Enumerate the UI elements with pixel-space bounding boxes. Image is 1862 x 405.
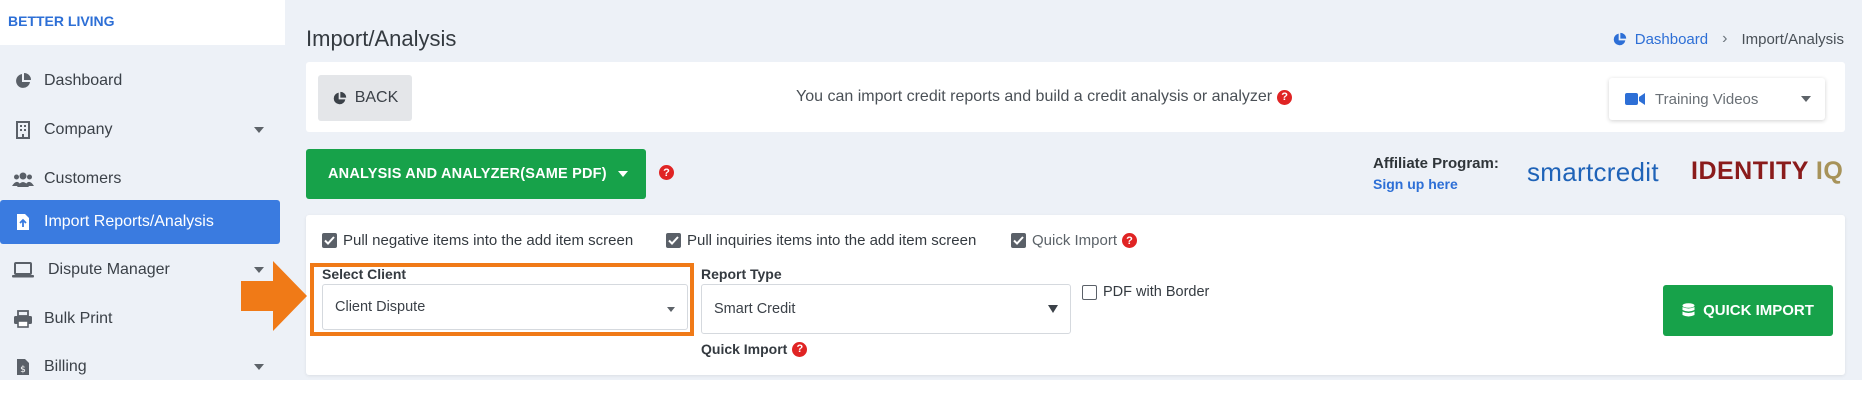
chevron-down-icon [1048, 305, 1058, 313]
breadcrumb-separator: › [1722, 30, 1728, 47]
pie-chart-icon [12, 70, 34, 92]
quick-import-field-label: Quick Import ? [701, 341, 808, 357]
pointer-arrow-icon [241, 261, 307, 331]
pie-chart-icon [1613, 32, 1626, 45]
pie-chart-icon [333, 91, 346, 104]
help-icon[interactable]: ? [792, 341, 808, 357]
pull-inquiries-items-checkbox[interactable]: Pull inquiries items into the add item s… [666, 232, 976, 249]
sidebar-item-company[interactable]: Company [0, 108, 280, 152]
checkbox-checked-icon [1011, 233, 1026, 248]
select-client-dropdown[interactable]: Client Dispute [322, 284, 688, 330]
select-client-value: Client Dispute [335, 299, 426, 315]
report-type-label: Report Type [701, 266, 782, 282]
pdf-with-border-label: PDF with Border [1103, 284, 1210, 300]
checkbox-checked-icon [322, 233, 337, 248]
breadcrumb: Dashboard › Import/Analysis [1612, 30, 1844, 48]
select-client-label: Select Client [322, 266, 407, 282]
quick-import-label-text: Quick Import [701, 341, 788, 357]
report-type-dropdown[interactable]: Smart Credit [701, 284, 1071, 334]
sidebar-item-label: Import Reports/Analysis [44, 213, 214, 230]
sidebar-item-label: Dispute Manager [48, 261, 170, 278]
checkbox-checked-icon [666, 233, 681, 248]
import-info-message: You can import credit reports and build … [796, 88, 1293, 106]
quick-import-button[interactable]: QUICK IMPORT [1663, 285, 1833, 336]
sidebar-item-customers[interactable]: Customers [0, 157, 280, 201]
users-icon [12, 168, 34, 190]
chevron-down-icon [254, 364, 264, 370]
chevron-down-icon [1801, 96, 1811, 102]
sidebar-item-label: Customers [44, 170, 122, 187]
identityiq-logo-part2: IQ [1808, 157, 1844, 185]
analysis-analyzer-button[interactable]: ANALYSIS AND ANALYZER(SAME PDF) [306, 149, 646, 199]
video-camera-icon [1625, 93, 1645, 105]
help-icon[interactable]: ? [1122, 233, 1138, 248]
quick-import-checkbox-label: Quick Import [1032, 232, 1118, 249]
chevron-down-icon [618, 171, 628, 177]
database-icon [1682, 303, 1695, 317]
topbar-card: BACK You can import credit reports and b… [306, 62, 1845, 132]
chevron-down-icon [254, 127, 264, 133]
sidebar-item-billing[interactable]: $ Billing [0, 345, 280, 389]
pull-negative-items-label: Pull negative items into the add item sc… [343, 232, 634, 249]
help-icon[interactable]: ? [1277, 89, 1293, 105]
svg-text:$: $ [20, 365, 26, 375]
identityiq-logo-part1: IDENTITY [1691, 157, 1809, 185]
sidebar-item-import-reports[interactable]: Import Reports/Analysis [0, 200, 280, 244]
affiliate-signup-link[interactable]: Sign up here [1373, 176, 1499, 192]
back-button[interactable]: BACK [318, 75, 412, 121]
brand-logo[interactable]: BETTER LIVING [0, 0, 285, 45]
identityiq-logo[interactable]: IDENTITY IQ [1691, 157, 1843, 186]
report-type-value: Smart Credit [714, 301, 796, 317]
import-info-text: You can import credit reports and build … [796, 88, 1273, 105]
building-icon [12, 119, 34, 141]
checkbox-unchecked-icon [1082, 284, 1097, 300]
help-icon[interactable]: ? [659, 165, 674, 180]
sidebar-item-dashboard[interactable]: Dashboard [0, 59, 280, 103]
smartcredit-logo[interactable]: smartcredit [1527, 157, 1659, 188]
printer-icon [12, 308, 34, 330]
training-videos-dropdown[interactable]: Training Videos [1609, 78, 1825, 120]
chevron-down-icon [667, 307, 675, 312]
pull-negative-items-checkbox[interactable]: Pull negative items into the add item sc… [322, 232, 633, 249]
sidebar-item-dispute-manager[interactable]: Dispute Manager [0, 248, 280, 292]
affiliate-label: Affiliate Program: [1373, 155, 1499, 172]
quick-import-button-label: QUICK IMPORT [1703, 302, 1814, 319]
file-import-icon [12, 211, 34, 233]
affiliate-program: Affiliate Program: Sign up here [1373, 155, 1499, 192]
page-title: Import/Analysis [306, 26, 457, 51]
app-shell: BETTER LIVING Dashboard Company Customer… [0, 0, 1862, 380]
pdf-with-border-checkbox[interactable]: PDF with Border [1082, 284, 1209, 300]
back-button-label: BACK [354, 89, 399, 106]
training-videos-label: Training Videos [1655, 90, 1759, 108]
analysis-analyzer-label: ANALYSIS AND ANALYZER(SAME PDF) [328, 166, 607, 182]
sidebar-item-label: Billing [44, 358, 87, 375]
breadcrumb-home-label: Dashboard [1634, 30, 1709, 48]
laptop-icon [12, 259, 34, 281]
sidebar-item-bulk-print[interactable]: Bulk Print [0, 297, 280, 341]
pull-inquiries-items-label: Pull inquiries items into the add item s… [687, 232, 977, 249]
quick-import-checkbox[interactable]: Quick Import ? [1011, 232, 1138, 249]
invoice-icon: $ [12, 356, 34, 378]
sidebar-item-label: Bulk Print [44, 310, 113, 327]
sidebar-item-label: Dashboard [44, 72, 123, 89]
sidebar-item-label: Company [44, 121, 113, 138]
breadcrumb-current: Import/Analysis [1741, 30, 1844, 48]
breadcrumb-home[interactable]: Dashboard [1612, 31, 1708, 48]
